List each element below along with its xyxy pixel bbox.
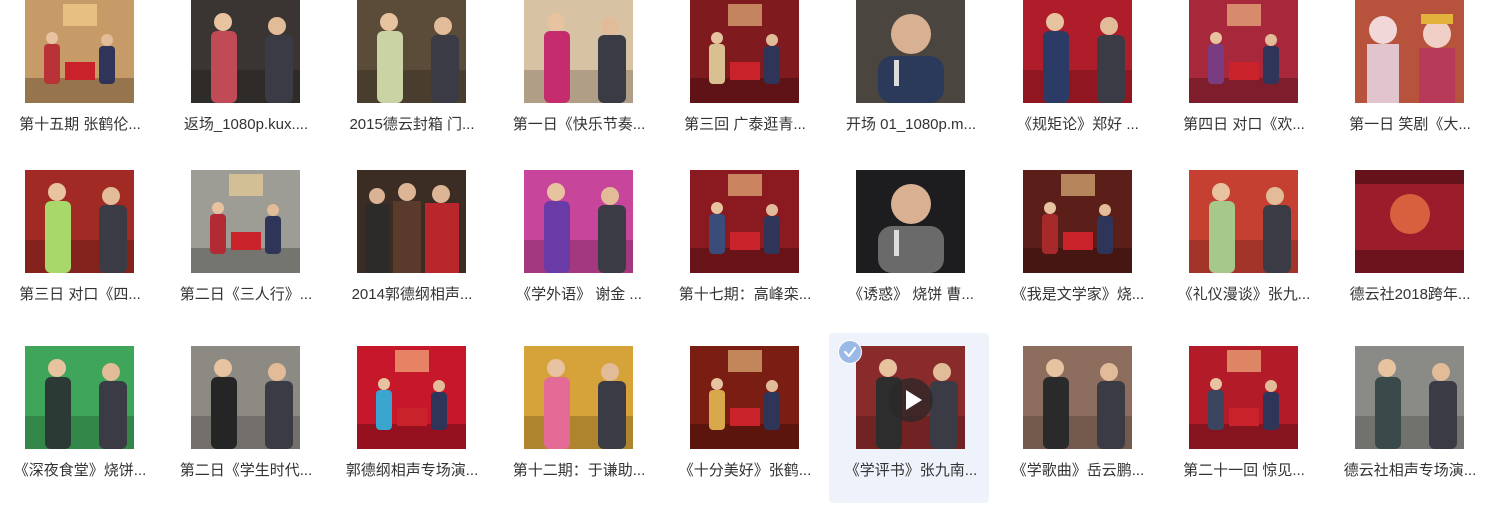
video-thumbnail[interactable] bbox=[1355, 346, 1464, 449]
video-title: 德云社2018跨年... bbox=[1349, 286, 1471, 303]
video-thumbnail[interactable] bbox=[357, 346, 466, 449]
video-title: 德云社相声专场演... bbox=[1343, 462, 1477, 479]
video-title: 第三回 广泰逛青... bbox=[684, 116, 806, 133]
video-title: 《深夜食堂》烧饼... bbox=[13, 462, 147, 479]
video-thumbnail[interactable] bbox=[191, 0, 300, 103]
video-thumbnail[interactable] bbox=[25, 170, 134, 273]
video-thumbnail[interactable] bbox=[1189, 346, 1298, 449]
video-item[interactable]: 第一日《快乐节奏... bbox=[499, 0, 659, 165]
video-thumbnail[interactable] bbox=[856, 170, 965, 273]
video-thumbnail[interactable] bbox=[1355, 0, 1464, 103]
video-thumbnail[interactable] bbox=[1023, 0, 1132, 103]
video-title: 第十五期 张鹤伦... bbox=[19, 116, 141, 133]
video-title: 返场_1080p.kux.... bbox=[183, 116, 309, 133]
video-title: 第一日《快乐节奏... bbox=[512, 116, 646, 133]
video-item[interactable]: 《诱惑》 烧饼 曹... bbox=[831, 170, 991, 335]
video-thumbnail[interactable] bbox=[856, 0, 965, 103]
video-item[interactable]: 第二日《学生时代... bbox=[166, 346, 326, 511]
video-title: 第二日《三人行》... bbox=[179, 286, 313, 303]
video-title: 《学歌曲》岳云鹏... bbox=[1011, 462, 1145, 479]
video-item[interactable]: 《礼仪漫谈》张九... bbox=[1164, 170, 1324, 335]
video-title: 第二日《学生时代... bbox=[179, 462, 313, 479]
video-item[interactable]: 德云社2018跨年... bbox=[1330, 170, 1490, 335]
video-thumbnail[interactable] bbox=[357, 170, 466, 273]
video-item[interactable]: 第四日 对口《欢... bbox=[1164, 0, 1324, 165]
video-thumbnail[interactable] bbox=[1023, 346, 1132, 449]
video-item[interactable]: 《学评书》张九南... bbox=[829, 333, 989, 503]
video-item[interactable]: 2014郭德纲相声... bbox=[332, 170, 492, 335]
video-title: 《十分美好》张鹤... bbox=[678, 462, 812, 479]
video-item[interactable]: 《学外语》 谢金 ... bbox=[499, 170, 659, 335]
video-thumbnail[interactable] bbox=[191, 170, 300, 273]
video-thumbnail[interactable] bbox=[1189, 0, 1298, 103]
video-title: 第四日 对口《欢... bbox=[1183, 116, 1305, 133]
video-item[interactable]: 第三回 广泰逛青... bbox=[665, 0, 825, 165]
video-item[interactable]: 《学歌曲》岳云鹏... bbox=[998, 346, 1158, 511]
video-title: 《学评书》张九南... bbox=[844, 462, 978, 479]
video-item[interactable]: 开场 01_1080p.m... bbox=[831, 0, 991, 165]
video-title: 《礼仪漫谈》张九... bbox=[1177, 286, 1311, 303]
video-title: 第十二期：于谦助... bbox=[512, 462, 646, 479]
video-item[interactable]: 第二十一回 惊见... bbox=[1164, 346, 1324, 511]
video-thumbnail[interactable] bbox=[524, 0, 633, 103]
video-thumbnail[interactable] bbox=[25, 346, 134, 449]
video-title: 郭德纲相声专场演... bbox=[345, 462, 479, 479]
video-thumbnail[interactable] bbox=[191, 346, 300, 449]
video-thumbnail[interactable] bbox=[1189, 170, 1298, 273]
video-title: 第二十一回 惊见... bbox=[1183, 462, 1305, 479]
video-item[interactable]: 郭德纲相声专场演... bbox=[332, 346, 492, 511]
selected-check-icon[interactable] bbox=[838, 340, 862, 364]
video-item[interactable]: 2015德云封箱 门... bbox=[332, 0, 492, 165]
video-thumbnail[interactable] bbox=[357, 0, 466, 103]
video-thumbnail[interactable] bbox=[1023, 170, 1132, 273]
video-title: 开场 01_1080p.m... bbox=[845, 116, 977, 133]
video-title: 第三日 对口《四... bbox=[19, 286, 141, 303]
video-title: 第一日 笑剧《大... bbox=[1349, 116, 1471, 133]
video-item[interactable]: 第十五期 张鹤伦... bbox=[0, 0, 160, 165]
video-item[interactable]: 第十二期：于谦助... bbox=[499, 346, 659, 511]
video-title: 《规矩论》郑好 ... bbox=[1017, 116, 1139, 133]
video-thumbnail[interactable] bbox=[690, 346, 799, 449]
video-thumbnail[interactable] bbox=[690, 170, 799, 273]
video-item[interactable]: 《十分美好》张鹤... bbox=[665, 346, 825, 511]
video-thumbnail-grid: 第十五期 张鹤伦... 返场_1080p.kux.... 2015德云封箱 门.… bbox=[0, 0, 1499, 516]
video-title: 《诱惑》 烧饼 曹... bbox=[848, 286, 974, 303]
video-thumbnail[interactable] bbox=[1355, 170, 1464, 273]
video-thumbnail[interactable] bbox=[524, 346, 633, 449]
video-item[interactable]: 第十七期：高峰栾... bbox=[665, 170, 825, 335]
video-thumbnail[interactable] bbox=[690, 0, 799, 103]
video-title: 《我是文学家》烧... bbox=[1011, 286, 1145, 303]
video-title: 《学外语》 谢金 ... bbox=[516, 286, 642, 303]
video-item[interactable]: 第二日《三人行》... bbox=[166, 170, 326, 335]
video-item[interactable]: 德云社相声专场演... bbox=[1330, 346, 1490, 511]
video-item[interactable]: 《深夜食堂》烧饼... bbox=[0, 346, 160, 511]
video-title: 2015德云封箱 门... bbox=[349, 116, 475, 133]
video-thumbnail[interactable] bbox=[25, 0, 134, 103]
video-title: 第十七期：高峰栾... bbox=[678, 286, 812, 303]
play-icon[interactable] bbox=[889, 378, 933, 422]
video-item[interactable]: 《我是文学家》烧... bbox=[998, 170, 1158, 335]
video-item[interactable]: 返场_1080p.kux.... bbox=[166, 0, 326, 165]
video-title: 2014郭德纲相声... bbox=[351, 286, 473, 303]
video-item[interactable]: 第一日 笑剧《大... bbox=[1330, 0, 1490, 165]
video-item[interactable]: 《规矩论》郑好 ... bbox=[998, 0, 1158, 165]
video-item[interactable]: 第三日 对口《四... bbox=[0, 170, 160, 335]
video-thumbnail[interactable] bbox=[524, 170, 633, 273]
